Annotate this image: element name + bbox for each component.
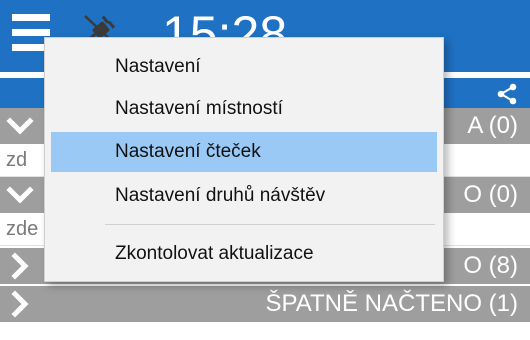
chevron-down-icon [6,186,34,204]
menu-item-settings[interactable]: Nastavení [51,47,437,87]
group-header-row[interactable]: ŠPATNĚ NAČTENO (1) [0,286,530,322]
chevron-down-icon [6,117,34,135]
app-window: 15:28 A (0) zd O (0) zde O (8) ŠPATNĚ NA… [0,0,530,340]
context-menu: Nastavení Nastavení místností Nastavení … [44,37,444,282]
menu-separator [105,224,435,225]
group-label: O (8) [463,252,518,279]
menu-item-room-settings[interactable]: Nastavení místností [51,89,437,129]
chevron-right-icon [11,290,29,318]
menu-item-reader-settings[interactable]: Nastavení čteček [51,132,437,172]
chevron-right-icon [11,252,29,280]
group-label: A (0) [467,112,518,139]
group-sub-text: zde [6,218,39,240]
group-sub-text: zd [6,149,28,171]
menu-item-check-updates[interactable]: Zkontolovat aktualizace [51,234,437,274]
group-label: O (0) [463,181,518,208]
group-label: ŠPATNĚ NAČTENO (1) [265,290,518,317]
share-icon[interactable] [496,83,518,105]
menu-item-visit-type-settings[interactable]: Nastavení druhů návštěv [51,176,437,216]
